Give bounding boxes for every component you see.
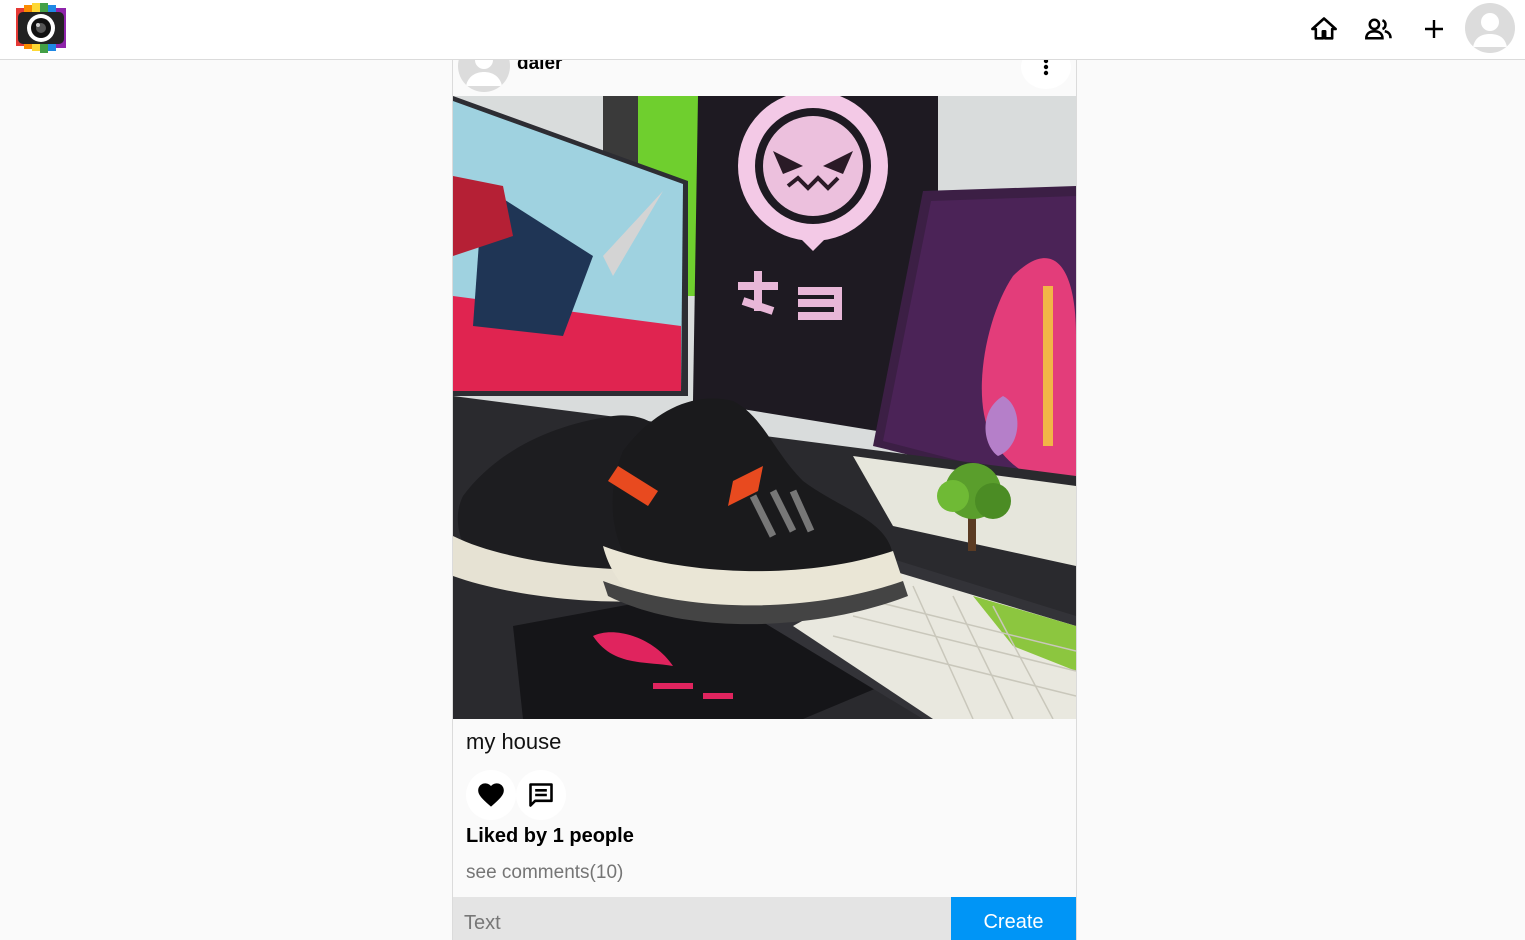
comment-icon[interactable]	[516, 770, 566, 820]
see-comments-link[interactable]: see comments(10)	[466, 862, 623, 884]
post-card: daler my house Liked by 1 people see com…	[452, 40, 1077, 940]
top-navbar	[0, 0, 1525, 60]
heart-icon[interactable]	[466, 770, 516, 820]
home-icon[interactable]	[1305, 10, 1343, 48]
likes-count: Liked by 1 people	[466, 825, 634, 847]
camera-logo-icon[interactable]	[14, 2, 70, 54]
plus-icon[interactable]	[1415, 10, 1453, 48]
comment-input[interactable]	[453, 897, 951, 940]
create-comment-button[interactable]: Create	[951, 897, 1076, 940]
post-image[interactable]	[453, 96, 1076, 719]
post-caption: my house	[466, 729, 562, 754]
user-avatar-icon[interactable]	[1465, 3, 1515, 53]
people-icon[interactable]	[1360, 10, 1398, 48]
